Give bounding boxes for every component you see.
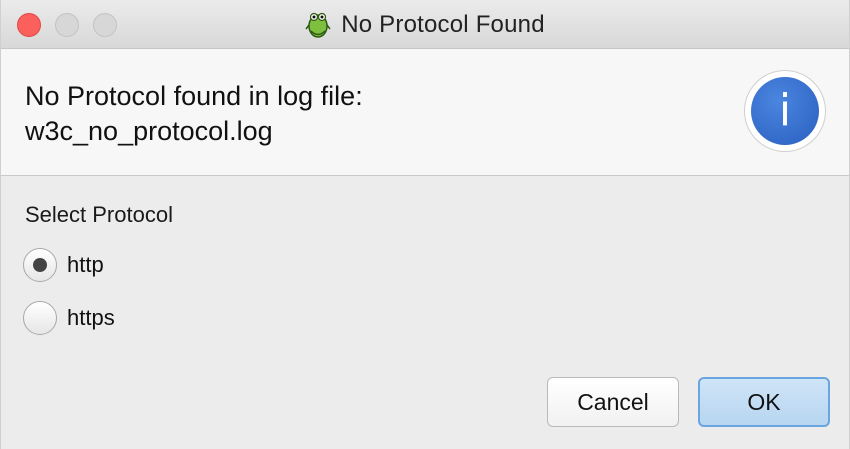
http-radio-button[interactable]	[23, 248, 57, 282]
info-icon-glyph: i	[751, 77, 819, 145]
frog-logo-icon	[305, 11, 331, 39]
info-icon: i	[745, 71, 825, 151]
ok-button[interactable]: OK	[698, 377, 830, 427]
cancel-button[interactable]: Cancel	[547, 377, 679, 427]
select-protocol-label: Select Protocol	[25, 202, 173, 227]
log-file-name: w3c_no_protocol.log	[25, 116, 273, 146]
window-title: No Protocol Found	[341, 10, 545, 38]
title-bar: No Protocol Found	[1, 0, 849, 49]
dialog-window: No Protocol Found No Protocol found in l…	[0, 0, 850, 449]
radio-option-https[interactable]: https	[23, 301, 115, 335]
radio-selected-dot	[33, 258, 47, 272]
https-radio-label[interactable]: https	[67, 305, 115, 331]
radio-option-http[interactable]: http	[23, 248, 104, 282]
http-radio-label[interactable]: http	[67, 252, 104, 278]
message-text: No Protocol found in log file:	[25, 81, 363, 111]
message-header: No Protocol found in log file: w3c_no_pr…	[1, 49, 849, 176]
https-radio-button[interactable]	[23, 301, 57, 335]
title-container: No Protocol Found	[1, 0, 849, 49]
